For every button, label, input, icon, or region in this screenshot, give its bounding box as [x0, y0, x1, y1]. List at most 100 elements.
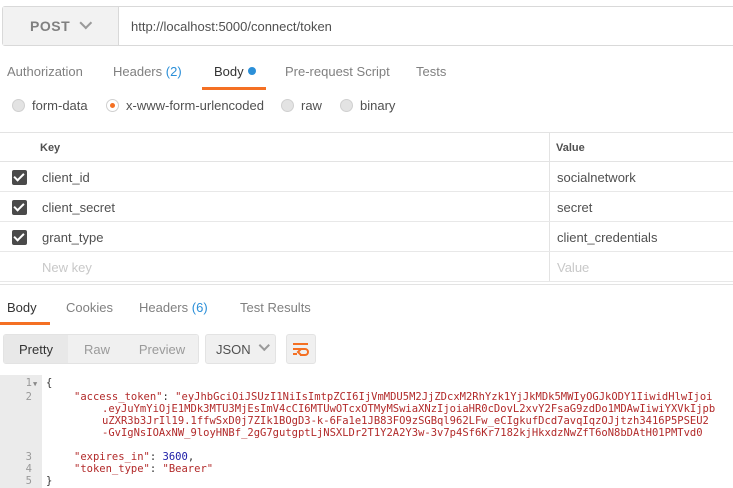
- method-selector[interactable]: POST: [3, 7, 119, 45]
- code-line: {: [46, 377, 52, 389]
- tab-body[interactable]: Body: [214, 64, 256, 79]
- tab-response-headers[interactable]: Headers (6): [139, 300, 208, 315]
- radio-form-data[interactable]: form-data: [12, 98, 88, 113]
- url-input[interactable]: http://localhost:5000/connect/token: [119, 7, 733, 45]
- code-line: }: [46, 475, 52, 487]
- url-text: http://localhost:5000/connect/token: [131, 18, 332, 34]
- json-string: -GvIgNsIOAxNW_9loyHNBf_2gG7gutgptLjNSXLD…: [102, 427, 703, 439]
- param-key[interactable]: client_id: [42, 170, 90, 185]
- tab-label: Headers: [139, 300, 189, 315]
- tab-label: Test Results: [240, 300, 311, 315]
- wrap-lines-button[interactable]: [286, 334, 316, 364]
- radio-label: form-data: [32, 98, 88, 113]
- chevron-down-icon: [79, 16, 93, 29]
- tab-label: Cookies: [66, 300, 113, 315]
- request-tabs: Authorization Headers (2) Body Pre-reque…: [0, 56, 733, 90]
- radio-label: x-www-form-urlencoded: [126, 98, 264, 113]
- param-value[interactable]: client_credentials: [557, 230, 657, 245]
- param-value[interactable]: socialnetwork: [557, 170, 636, 185]
- modified-dot-icon: [247, 67, 256, 75]
- active-tab-indicator: [202, 87, 266, 90]
- json-number: 3600: [162, 451, 188, 463]
- json-string: uZXR3b3JrIl19.1ffwSxD0j7ZIk1BOgD3-k-6Fa1…: [102, 415, 709, 427]
- tab-cookies[interactable]: Cookies: [66, 300, 113, 315]
- code-line: uZXR3b3JrIl19.1ffwSxD0j7ZIk1BOgD3-k-6Fa1…: [102, 415, 709, 427]
- value-column-header: Value: [556, 142, 585, 154]
- tab-authorization[interactable]: Authorization: [7, 64, 83, 79]
- preview-button[interactable]: Preview: [126, 335, 198, 363]
- new-param-row: New key Value: [0, 252, 733, 282]
- tab-headers[interactable]: Headers (2): [113, 64, 182, 79]
- table-header: Key Value: [0, 132, 733, 162]
- view-mode-segmented: Pretty Raw Preview: [3, 334, 199, 364]
- radio-x-www-form-urlencoded[interactable]: x-www-form-urlencoded: [106, 98, 264, 113]
- tab-label: Body: [7, 300, 37, 315]
- pretty-button[interactable]: Pretty: [4, 335, 68, 363]
- tab-tests[interactable]: Tests: [416, 64, 446, 79]
- chevron-down-icon: [258, 339, 270, 352]
- json-key: "token_type": [74, 463, 150, 475]
- param-key[interactable]: grant_type: [42, 230, 103, 245]
- json-string: "eyJhbGciOiJSUzI1NiIsImtpZCI6IjVmMDU5M2J…: [175, 391, 713, 403]
- tab-test-results[interactable]: Test Results: [240, 300, 311, 315]
- new-value-input[interactable]: Value: [557, 260, 589, 275]
- json-key: "expires_in": [74, 451, 150, 463]
- radio-icon: [281, 99, 294, 112]
- line-number: 4: [25, 463, 32, 475]
- headers-count-badge: (2): [165, 64, 182, 79]
- param-value[interactable]: secret: [557, 200, 592, 215]
- code-brace: {: [46, 377, 53, 389]
- headers-count-badge: (6): [191, 300, 208, 315]
- radio-label: binary: [360, 98, 396, 113]
- radio-binary[interactable]: binary: [340, 98, 395, 113]
- code-line: "token_type": "Bearer": [74, 463, 214, 475]
- column-divider: [549, 192, 550, 221]
- raw-button[interactable]: Raw: [68, 335, 126, 363]
- table-row: client_secret secret: [0, 192, 733, 222]
- code-line: "access_token": "eyJhbGciOiJSUzI1NiIsImt…: [74, 391, 713, 403]
- code-line: "expires_in": 3600,: [74, 451, 195, 463]
- format-select[interactable]: JSON: [205, 334, 276, 364]
- table-row: grant_type client_credentials: [0, 222, 733, 252]
- response-body-code[interactable]: 1 ▼ 2 3 4 5 { "access_token": "eyJhbGciO…: [0, 375, 733, 488]
- json-key: "access_token": [74, 391, 163, 403]
- tab-label: Tests: [416, 64, 447, 79]
- radio-selected-icon: [106, 99, 119, 112]
- checkbox-checked-icon[interactable]: [12, 200, 27, 215]
- code-line: .eyJuYmYiOjE1MDk3MTU3MjEsImV4cCI6MTUwOTc…: [102, 403, 715, 415]
- radio-icon: [340, 99, 353, 112]
- param-key[interactable]: client_secret: [42, 200, 115, 215]
- response-toolbar: Pretty Raw Preview JSON: [0, 330, 733, 370]
- fold-arrow-icon[interactable]: ▼: [33, 378, 37, 390]
- tab-label: Pre-request Script: [285, 64, 390, 79]
- tab-label: Authorization: [7, 64, 83, 79]
- line-number: 2: [25, 391, 32, 403]
- active-tab-indicator: [0, 322, 50, 325]
- line-number: 5: [25, 475, 32, 487]
- table-row: client_id socialnetwork: [0, 162, 733, 192]
- wrap-lines-icon: [293, 343, 309, 356]
- new-key-input[interactable]: New key: [42, 260, 92, 275]
- key-column-header: Key: [40, 142, 61, 154]
- column-divider: [549, 252, 550, 281]
- checkbox-checked-icon[interactable]: [12, 230, 27, 245]
- json-string: "Bearer": [162, 463, 214, 475]
- column-divider: [549, 222, 550, 251]
- tab-response-body[interactable]: Body: [7, 300, 37, 315]
- line-number: 3: [25, 451, 32, 463]
- format-label: JSON: [216, 341, 251, 357]
- tab-label: Headers: [113, 64, 163, 79]
- checkbox-checked-icon[interactable]: [12, 170, 27, 185]
- body-type-options: form-data x-www-form-urlencoded raw bina…: [0, 94, 733, 120]
- radio-label: raw: [301, 98, 322, 113]
- request-url-bar: POST http://localhost:5000/connect/token: [2, 6, 733, 46]
- radio-raw[interactable]: raw: [281, 98, 322, 113]
- params-table: Key Value client_id socialnetwork client…: [0, 132, 733, 282]
- response-tabs: Body Cookies Headers (6) Test Results: [0, 284, 733, 325]
- column-divider: [549, 133, 550, 161]
- code-brace: }: [46, 475, 53, 487]
- column-divider: [549, 162, 550, 191]
- tab-pre-request-script[interactable]: Pre-request Script: [285, 64, 390, 79]
- radio-icon: [12, 99, 25, 112]
- tab-label: Body: [214, 64, 244, 79]
